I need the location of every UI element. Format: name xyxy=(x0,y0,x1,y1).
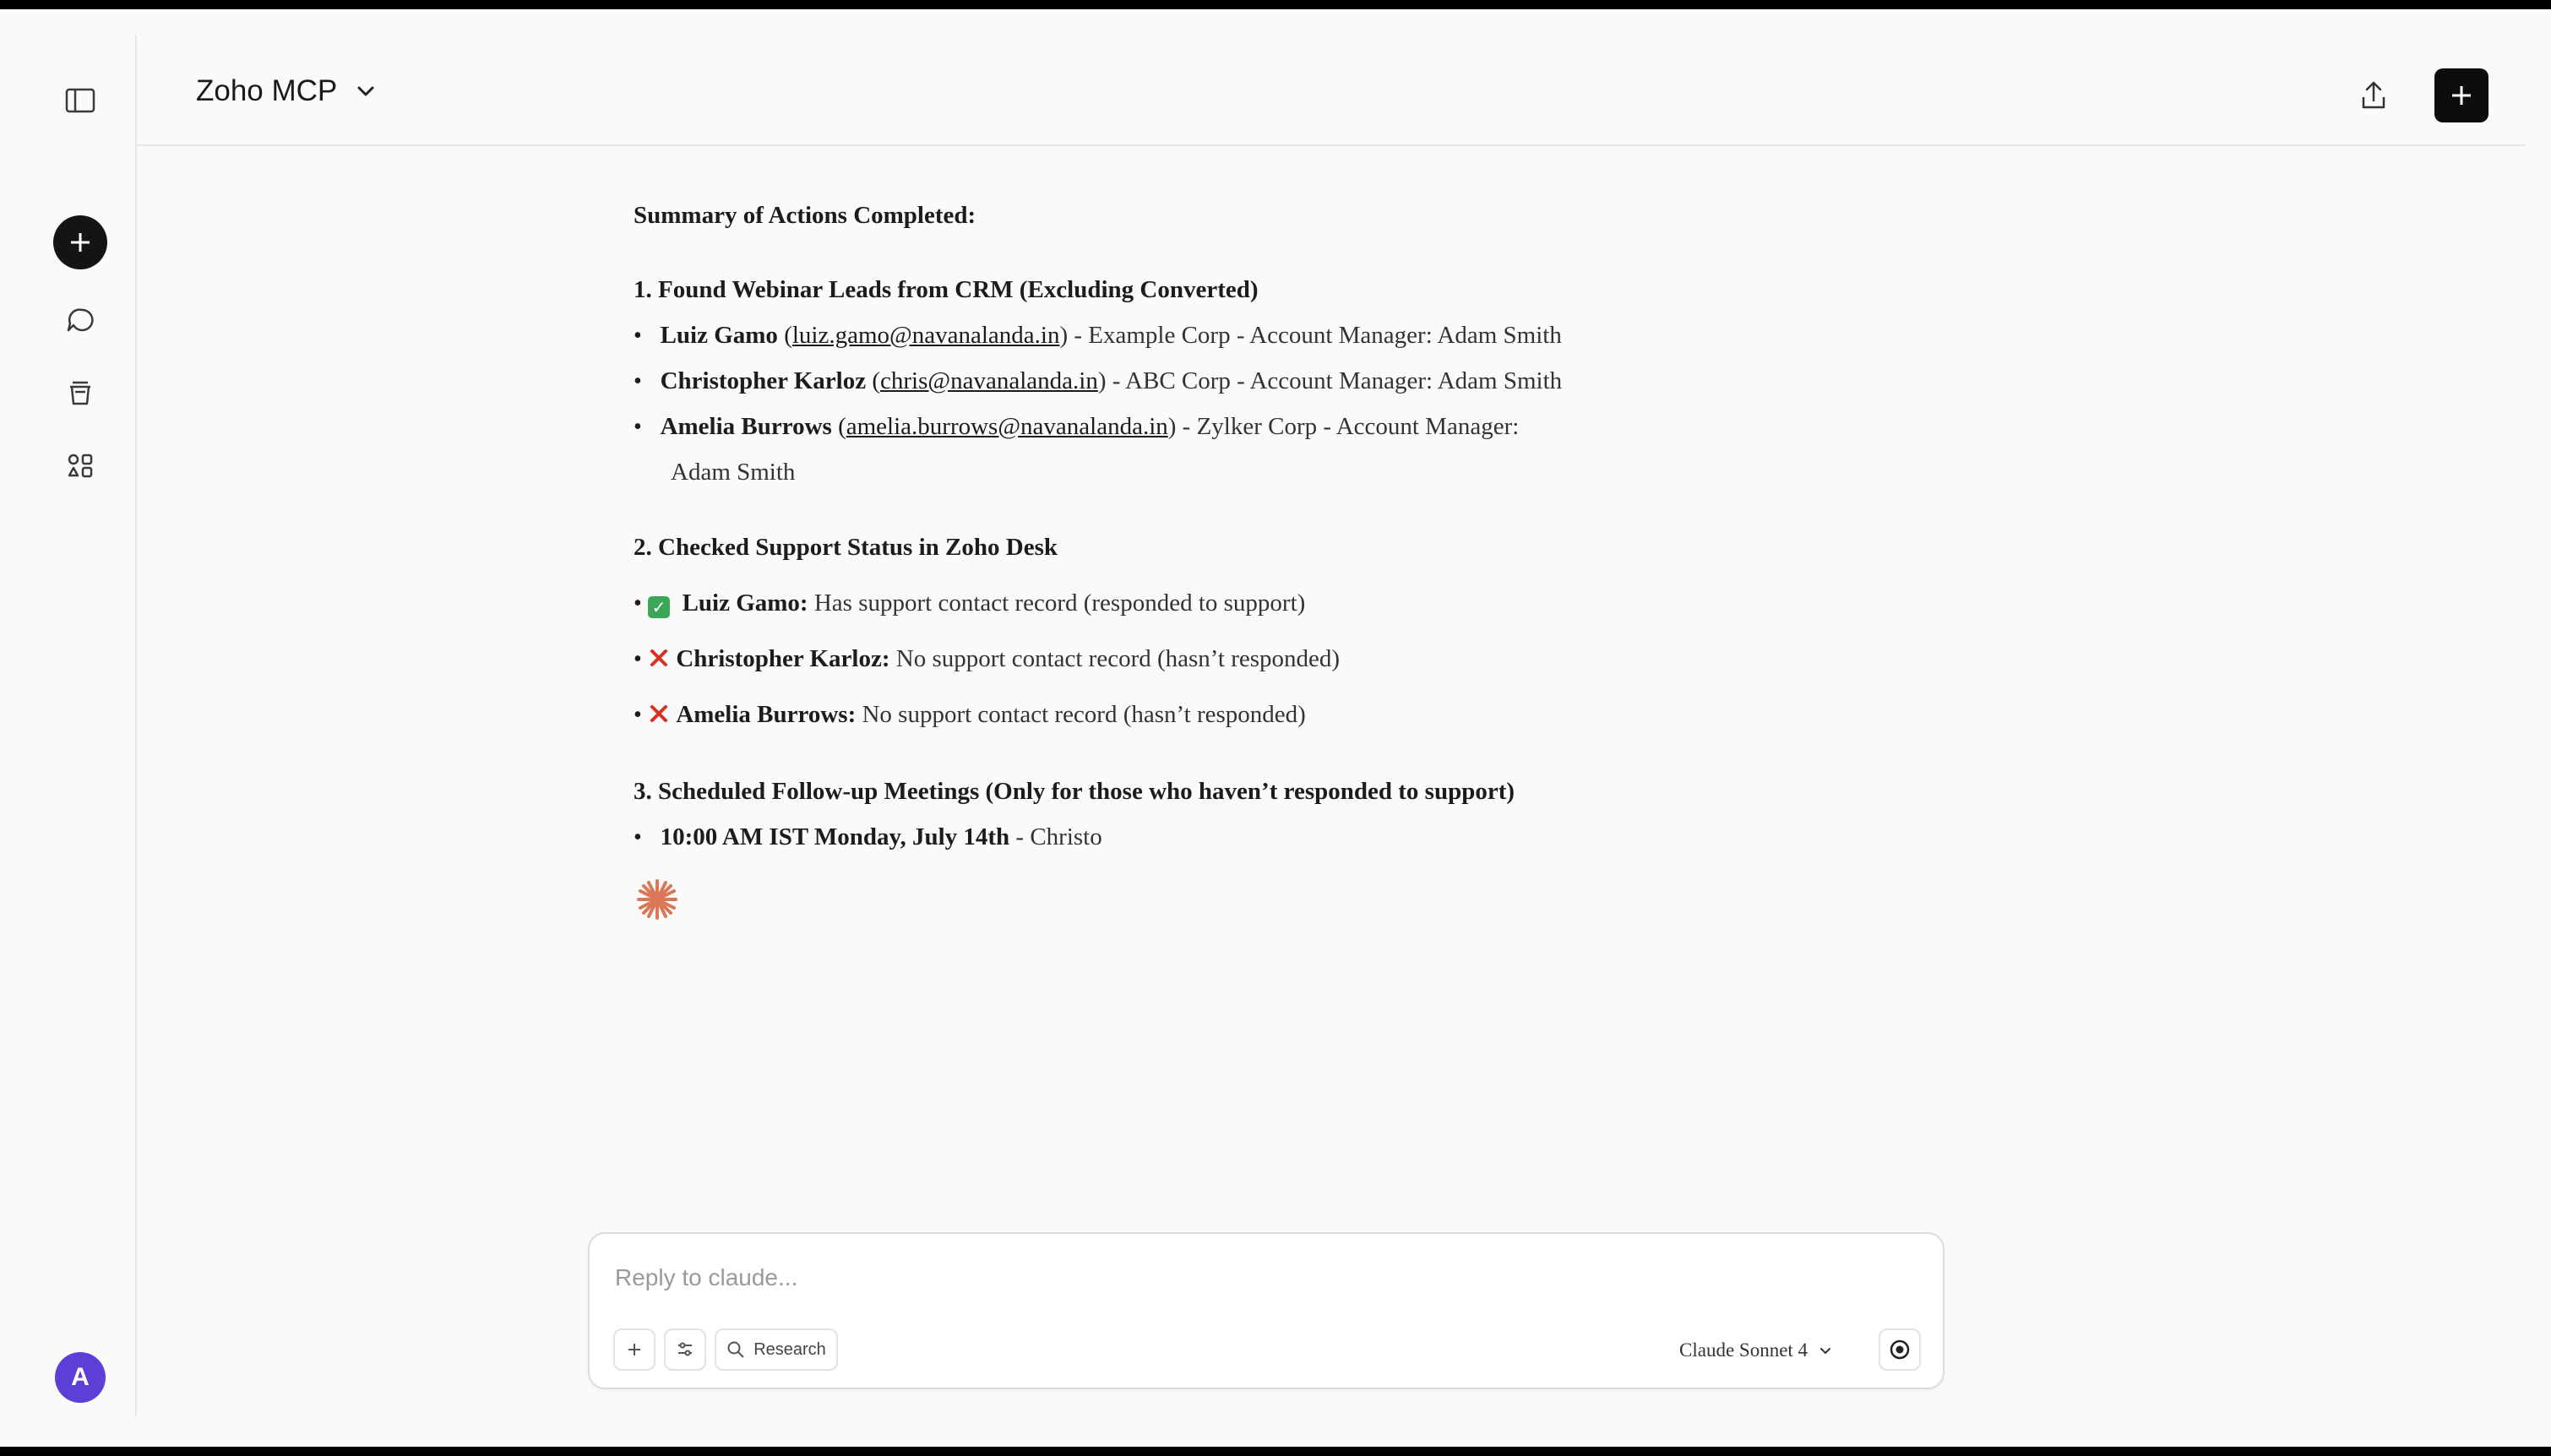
list-item-continuation: Adam Smith xyxy=(671,459,796,486)
summary-heading: Summary of Actions Completed: xyxy=(634,202,976,229)
plus-icon xyxy=(628,1344,640,1355)
conversation-title: Zoho MCP xyxy=(196,74,338,107)
list-item: • Luiz Gamo (luiz.gamo@navanalanda.in) -… xyxy=(634,322,1562,349)
sidebar-toggle-icon[interactable] xyxy=(56,82,105,119)
share-icon[interactable] xyxy=(2350,72,2397,119)
add-attachment-button[interactable] xyxy=(613,1328,655,1371)
claude-spark-icon xyxy=(637,879,677,920)
record-icon xyxy=(1890,1339,1910,1360)
section2-heading: 2. Checked Support Status in Zoho Desk xyxy=(634,534,1058,561)
list-item: • Christopher Karloz (chris@navanalanda.… xyxy=(634,367,1563,394)
list-item: • 10:00 AM IST Monday, July 14th - Chris… xyxy=(634,823,1102,850)
chevron-down-icon xyxy=(1820,1348,1831,1354)
tools-settings-button[interactable] xyxy=(664,1328,706,1371)
email-link[interactable]: luiz.gamo@navanalanda.in xyxy=(792,322,1060,349)
chevron-down-icon xyxy=(357,86,374,96)
header: Zoho MCP xyxy=(137,35,2526,146)
list-item: • Amelia Burrows (amelia.burrows@navanal… xyxy=(634,413,1520,440)
conversation-title-dropdown[interactable]: Zoho MCP xyxy=(196,70,378,112)
research-label: Research xyxy=(753,1339,826,1359)
list-item: • Amelia Burrows: No support contact rec… xyxy=(634,701,1306,728)
new-chat-header-button[interactable] xyxy=(2434,68,2488,122)
search-icon xyxy=(727,1341,744,1358)
section3-heading: 3. Scheduled Follow-up Meetings (Only fo… xyxy=(634,778,1515,805)
email-link[interactable]: amelia.burrows@navanalanda.in xyxy=(846,413,1168,440)
research-button[interactable]: Research xyxy=(715,1328,838,1371)
user-avatar[interactable]: A xyxy=(55,1352,106,1403)
email-link[interactable]: chris@navanalanda.in xyxy=(880,367,1098,394)
app-window: A Zoho MCP Summary of Actions Completed:… xyxy=(0,9,2551,1447)
reply-input[interactable] xyxy=(615,1259,1916,1296)
composer: Research Claude Sonnet 4 xyxy=(588,1232,1945,1389)
cross-icon xyxy=(650,705,668,722)
projects-icon[interactable] xyxy=(56,369,105,418)
artifacts-icon[interactable] xyxy=(56,442,105,491)
model-selector[interactable]: Claude Sonnet 4 xyxy=(1679,1332,1833,1369)
model-label: Claude Sonnet 4 xyxy=(1679,1339,1809,1361)
list-item: • Christopher Karloz: No support contact… xyxy=(634,645,1341,672)
sliders-icon xyxy=(678,1342,692,1356)
list-item: • ✓ Luiz Gamo: Has support contact recor… xyxy=(634,589,1306,618)
sidebar: A xyxy=(24,35,137,1416)
check-icon: ✓ xyxy=(648,596,671,618)
voice-mode-button[interactable] xyxy=(1879,1328,1921,1371)
section1-heading: 1. Found Webinar Leads from CRM (Excludi… xyxy=(634,276,1259,303)
cross-icon xyxy=(650,649,668,666)
chats-icon[interactable] xyxy=(56,296,105,345)
new-chat-button[interactable] xyxy=(53,215,107,269)
